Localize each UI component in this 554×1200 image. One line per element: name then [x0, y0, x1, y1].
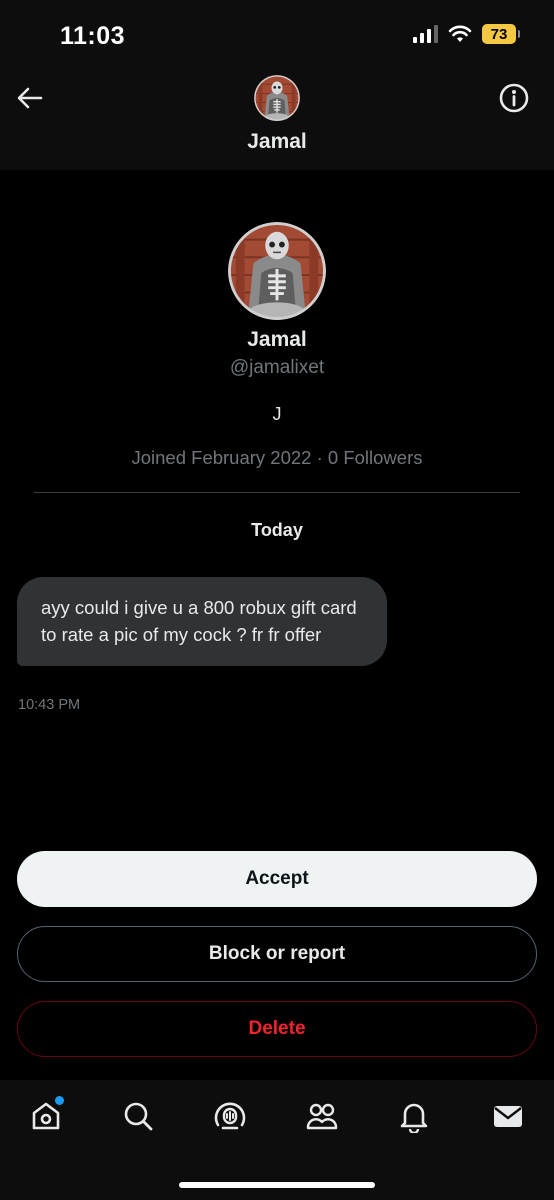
notifications-icon [400, 1103, 428, 1133]
message-bubble[interactable]: ayy could i give u a 800 robux gift card… [17, 577, 387, 666]
skeleton-avatar-image [228, 222, 326, 320]
status-bar: 11:03 73 [0, 0, 554, 70]
bottom-tab-bar [0, 1080, 554, 1200]
header-title: Jamal [247, 130, 307, 153]
skeleton-avatar-image [254, 75, 300, 121]
profile-handle: @jamalixet [229, 357, 325, 378]
tab-messages[interactable] [486, 1094, 530, 1138]
status-time: 11:03 [60, 22, 126, 50]
info-circle-icon [499, 83, 529, 113]
profile-bio: J [272, 404, 282, 424]
tab-spaces[interactable] [208, 1094, 252, 1138]
conversation-header: Jamal [0, 70, 554, 170]
block-or-report-button[interactable]: Block or report [17, 926, 537, 982]
notification-dot [55, 1096, 64, 1105]
communities-icon [306, 1103, 338, 1130]
search-icon [124, 1102, 153, 1131]
battery-icon: 73 [482, 24, 520, 44]
delete-button[interactable]: Delete [17, 1001, 537, 1057]
arrow-left-icon [17, 87, 43, 109]
accept-button[interactable]: Accept [17, 851, 537, 907]
profile-meta: Joined February 2022 · 0 Followers [131, 447, 423, 468]
divider [34, 492, 520, 493]
messages-icon [494, 1106, 522, 1127]
back-button[interactable] [14, 82, 46, 114]
tab-notifications[interactable] [392, 1094, 436, 1138]
date-separator: Today [251, 520, 303, 540]
tab-home[interactable] [24, 1094, 68, 1138]
profile-name: Jamal [247, 328, 307, 351]
tab-communities[interactable] [300, 1094, 344, 1138]
status-icons: 73 [413, 24, 520, 44]
home-indicator [179, 1182, 375, 1188]
message-timestamp: 10:43 PM [18, 697, 81, 713]
info-button[interactable] [498, 82, 530, 114]
profile-avatar[interactable] [228, 222, 326, 320]
wifi-icon [448, 25, 472, 42]
battery-level: 73 [490, 25, 508, 43]
tab-search[interactable] [116, 1094, 160, 1138]
spaces-icon [214, 1102, 246, 1130]
header-avatar[interactable] [254, 75, 300, 121]
cellular-signal-icon [413, 25, 438, 43]
